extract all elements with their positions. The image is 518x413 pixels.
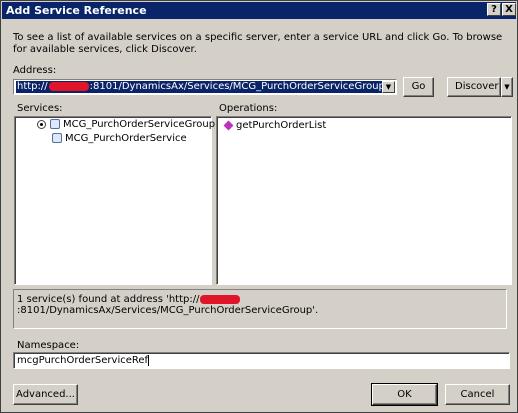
add-service-reference-dialog: Add Service Reference ? X To see a list … <box>0 0 518 413</box>
ok-button[interactable]: OK <box>371 383 438 406</box>
text-caret <box>148 354 150 366</box>
discover-button[interactable]: Discover <box>447 77 501 97</box>
window-title: Add Service Reference <box>6 4 147 17</box>
help-icon[interactable]: ? <box>487 3 501 16</box>
method-icon <box>223 120 234 130</box>
cancel-button[interactable]: Cancel <box>445 384 510 405</box>
operation-item[interactable]: getPurchOrderList <box>223 120 326 132</box>
discover-dropdown-icon[interactable]: ▼ <box>501 77 513 97</box>
radio-icon <box>37 119 46 129</box>
address-value-suffix: :8101/DynamicsAx/Services/MCG_PurchOrder… <box>89 81 385 92</box>
redaction-mark <box>48 81 89 91</box>
chevron-down-icon[interactable]: ▼ <box>382 81 395 93</box>
namespace-label: Namespace: <box>17 340 80 351</box>
service-label: MCG_PurchOrderService <box>65 133 187 144</box>
address-label: Address: <box>13 65 57 76</box>
operation-label: getPurchOrderList <box>236 120 327 131</box>
service-group-icon <box>50 119 60 129</box>
status-suffix: :8101/DynamicsAx/Services/MCG_PurchOrder… <box>17 305 319 316</box>
status-message: 1 service(s) found at address 'http://:8… <box>13 289 507 329</box>
service-icon <box>52 133 62 143</box>
operations-list[interactable]: getPurchOrderList <box>216 116 512 285</box>
address-value-prefix: http:// <box>17 81 48 92</box>
close-icon[interactable]: X <box>502 3 516 16</box>
namespace-value: mcgPurchOrderServiceRef <box>17 355 149 366</box>
advanced-button[interactable]: Advanced... <box>13 384 78 405</box>
services-tree[interactable]: MCG_PurchOrderServiceGroup MCG_PurchOrde… <box>14 116 215 285</box>
discover-button-label: Discover <box>455 81 499 92</box>
services-label: Services: <box>17 103 63 114</box>
go-button[interactable]: Go <box>403 77 434 97</box>
tree-item-service-group[interactable]: MCG_PurchOrderServiceGroup <box>37 119 215 131</box>
namespace-input[interactable]: mcgPurchOrderServiceRef <box>13 352 510 369</box>
operations-label: Operations: <box>219 103 278 114</box>
address-value: http:// :8101/DynamicsAx/Services/MCG_Pur… <box>16 81 386 93</box>
address-combobox[interactable]: http:// :8101/DynamicsAx/Services/MCG_Pur… <box>13 79 397 95</box>
redaction-mark <box>200 294 241 304</box>
title-bar: Add Service Reference <box>2 2 516 19</box>
status-prefix: 1 service(s) found at address 'http:// <box>17 294 200 305</box>
service-group-label: MCG_PurchOrderServiceGroup <box>63 119 216 130</box>
intro-text: To see a list of available services on a… <box>13 32 503 55</box>
tree-item-service[interactable]: MCG_PurchOrderService <box>52 133 187 145</box>
